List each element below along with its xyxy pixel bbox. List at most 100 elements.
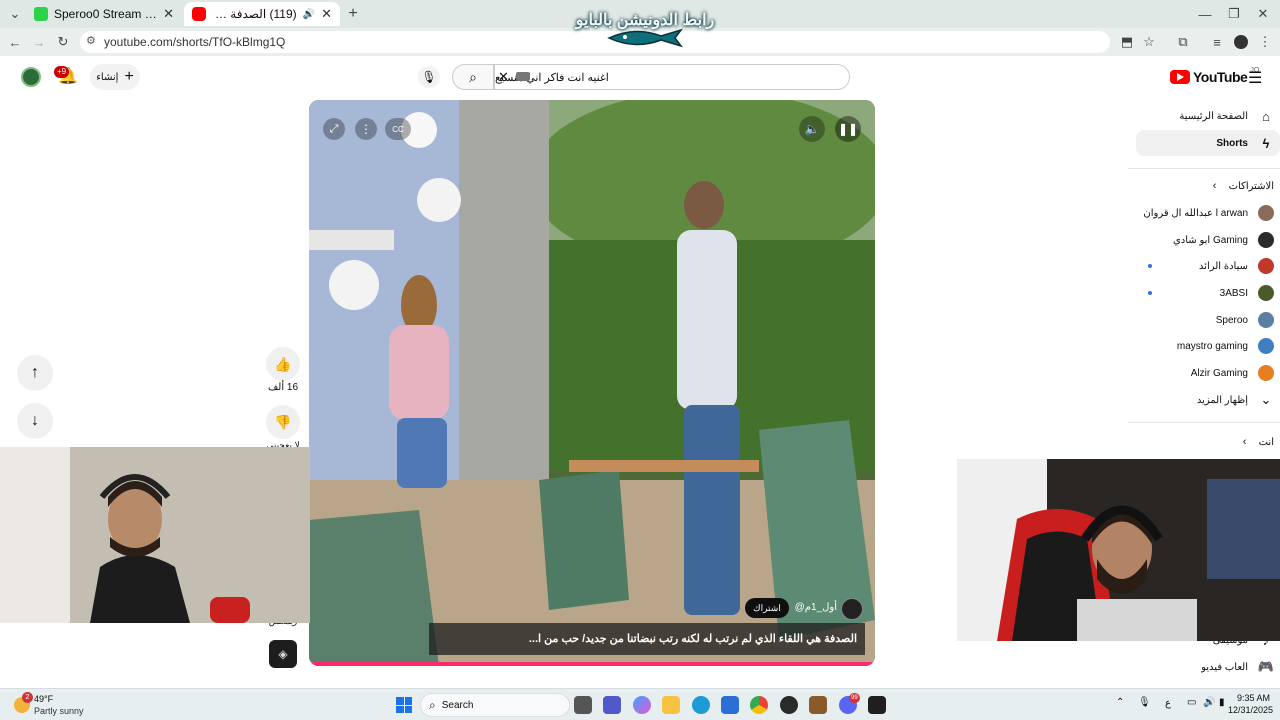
bookmark-star-icon[interactable]: ☆ bbox=[1140, 33, 1158, 51]
file-explorer-icon[interactable] bbox=[662, 696, 680, 714]
sidebar-item-label: ألعاب فيديو bbox=[1201, 661, 1248, 673]
taskbar-search[interactable]: ⌕ Search bbox=[420, 693, 570, 717]
obs-icon[interactable] bbox=[780, 696, 798, 714]
window-close-icon[interactable]: ✕ bbox=[1254, 5, 1272, 23]
more-options-icon[interactable]: ⋮ bbox=[355, 118, 377, 140]
channel-avatar[interactable] bbox=[841, 598, 863, 620]
clock[interactable]: 9:35 AM 12/31/2025 bbox=[1228, 692, 1273, 716]
search-icon: ⌕ bbox=[429, 697, 436, 712]
you-heading[interactable]: ‹ أنت bbox=[1128, 429, 1280, 455]
sidebar-subscription[interactable]: Alzir Gaming bbox=[1128, 360, 1280, 386]
volume-icon[interactable]: 🔈 bbox=[799, 116, 825, 142]
subscribe-button[interactable]: اشتراك bbox=[745, 598, 789, 618]
sidebar-subscription[interactable]: ابو شادي Gaming bbox=[1128, 227, 1280, 253]
next-short-button[interactable]: ↓ bbox=[17, 403, 53, 439]
captions-button[interactable]: CC bbox=[385, 118, 411, 140]
taskbar-search-label: Search bbox=[441, 699, 474, 711]
like-button[interactable]: 👍 bbox=[266, 347, 300, 381]
gaming-icon: 🎮 bbox=[1257, 659, 1275, 674]
sidebar-divider bbox=[1128, 168, 1280, 169]
profile-avatar[interactable] bbox=[1232, 33, 1250, 51]
sound-thumbnail[interactable]: ◈ bbox=[269, 640, 297, 668]
chrome-icon[interactable] bbox=[750, 696, 768, 714]
battery-icon[interactable]: ▮ bbox=[1219, 697, 1225, 708]
url-text: youtube.com/shorts/TfO-kBlmg1Q bbox=[104, 35, 286, 49]
voice-search-icon[interactable]: 🎙 bbox=[418, 66, 440, 88]
progress-fill bbox=[309, 662, 875, 666]
search-query: اغنيه انت فاكر اني هنسيع bbox=[495, 71, 609, 84]
teams-icon[interactable] bbox=[603, 696, 621, 714]
tray-overflow-icon[interactable]: ⌃ bbox=[1116, 697, 1124, 708]
video-caption[interactable]: الصدفة هي اللقاء الذي لم نرتب له لكنه رت… bbox=[429, 623, 865, 655]
sidebar-item-label: الصفحة الرئيسية bbox=[1179, 110, 1248, 122]
tab-kick-dashboard[interactable]: Speroo0 Stream - Kick Dashbo ✕ bbox=[26, 2, 182, 26]
pause-icon[interactable]: ❚❚ bbox=[835, 116, 861, 142]
subscriptions-heading[interactable]: ‹ الاشتراكات bbox=[1128, 173, 1280, 199]
sidebar-item-home[interactable]: الصفحة الرئيسية ⌂ bbox=[1128, 103, 1280, 129]
sidebar-item-gaming[interactable]: ألعاب فيديو 🎮 bbox=[1128, 654, 1280, 680]
expand-icon[interactable]: ⤢ bbox=[323, 118, 345, 140]
sidebar-item-label: 3ABSI bbox=[1219, 287, 1248, 299]
sidebar-item-label: ابو شادي Gaming bbox=[1172, 234, 1248, 246]
progress-bar[interactable] bbox=[309, 662, 875, 666]
close-icon[interactable]: ✕ bbox=[163, 6, 174, 22]
extensions-icon[interactable]: ⧉ bbox=[1174, 33, 1192, 51]
new-tab-button[interactable]: + bbox=[344, 5, 362, 23]
language-indicator[interactable]: ع bbox=[1165, 698, 1171, 709]
volume-tray-icon[interactable]: 🔊 bbox=[1203, 697, 1215, 708]
discord-badge: 99 bbox=[849, 693, 860, 703]
youtube-logo[interactable]: YouTube JO bbox=[1170, 67, 1259, 87]
copilot-icon[interactable] bbox=[633, 696, 651, 714]
youtube-logo-text: YouTube bbox=[1193, 69, 1248, 85]
store-icon[interactable] bbox=[721, 696, 739, 714]
clear-search-icon[interactable]: ✕ bbox=[498, 69, 509, 85]
audio-icon[interactable]: 🔊 bbox=[303, 9, 315, 20]
youtube-play-icon bbox=[1170, 70, 1190, 84]
chevron-left-icon: ‹ bbox=[1212, 180, 1217, 192]
account-avatar[interactable] bbox=[21, 67, 41, 87]
webcam-overlay-left bbox=[0, 447, 310, 623]
kick-app-icon[interactable] bbox=[868, 696, 886, 714]
previous-short-button[interactable]: ↑ bbox=[17, 355, 53, 391]
search-input[interactable]: اغنيه انت فاكر اني هنسيع bbox=[494, 64, 850, 90]
guide-menu-icon[interactable]: ☰ bbox=[1248, 68, 1262, 88]
task-view-icon[interactable] bbox=[574, 696, 592, 714]
sidebar-subscription[interactable]: سيادة الرائد bbox=[1128, 253, 1280, 279]
channel-avatar bbox=[1258, 285, 1274, 301]
microphone-icon[interactable]: 🎙 bbox=[1138, 697, 1151, 708]
channel-avatar bbox=[1258, 365, 1274, 381]
forward-icon[interactable]: → bbox=[30, 33, 48, 51]
show-more-button[interactable]: إظهار المزيد ⌄ bbox=[1128, 387, 1280, 413]
chevron-left-icon: ‹ bbox=[1242, 436, 1247, 448]
new-content-dot bbox=[1148, 291, 1152, 295]
plus-icon: + bbox=[124, 68, 134, 85]
start-button[interactable] bbox=[396, 697, 412, 713]
tab-search-icon[interactable]: ⌄ bbox=[6, 5, 24, 23]
minimize-icon[interactable]: — bbox=[1196, 5, 1214, 23]
game-launcher-icon[interactable] bbox=[809, 696, 827, 714]
restore-icon[interactable]: ❐ bbox=[1225, 5, 1243, 23]
sidebar-subscription[interactable]: 3ABSI bbox=[1128, 280, 1280, 306]
edge-icon[interactable] bbox=[692, 696, 710, 714]
dislike-button[interactable]: 👎 bbox=[266, 405, 300, 439]
short-video-player[interactable]: ⤢ ⋮ CC 🔈 ❚❚ @أول_1م اشتراك الصدفة هي الل… bbox=[309, 100, 875, 666]
media-controls-icon[interactable]: ≡ bbox=[1208, 33, 1226, 51]
sidebar-subscription[interactable]: Speroo bbox=[1128, 307, 1280, 333]
create-button[interactable]: إنشاء + bbox=[90, 64, 140, 90]
sidebar-subscription[interactable]: maystro gaming bbox=[1128, 333, 1280, 359]
search-button[interactable]: ⌕ bbox=[452, 64, 494, 90]
network-icon[interactable]: ▭ bbox=[1187, 697, 1196, 708]
weather-widget[interactable]: 2 49°F Partly sunny bbox=[10, 692, 120, 718]
new-content-dot bbox=[1148, 264, 1152, 268]
tab-youtube-short[interactable]: (119) الصدفة هي اللقاء الذي 🔊 ✕ bbox=[184, 2, 340, 26]
keyboard-icon[interactable] bbox=[516, 72, 530, 81]
sidebar-subscription[interactable]: عبدالله ال قروان l arwan bbox=[1128, 200, 1280, 226]
sidebar-item-label: سيادة الرائد bbox=[1198, 260, 1248, 272]
sidebar-item-shorts[interactable]: Shorts ϟ bbox=[1136, 130, 1280, 156]
close-icon[interactable]: ✕ bbox=[321, 6, 332, 22]
reload-icon[interactable]: ↻ bbox=[54, 33, 72, 51]
browser-menu-icon[interactable]: ⋮ bbox=[1256, 33, 1274, 51]
install-app-icon[interactable]: ⬒ bbox=[1118, 33, 1136, 51]
back-icon[interactable]: ← bbox=[6, 33, 24, 51]
site-info-icon[interactable]: ⚙ bbox=[86, 34, 96, 47]
